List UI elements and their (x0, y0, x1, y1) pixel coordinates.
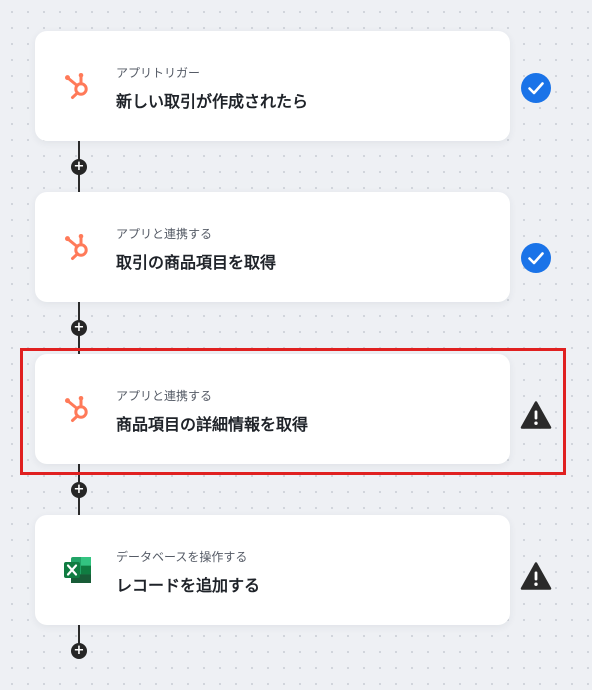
step-title: レコードを追加する (116, 576, 261, 595)
check-circle-icon (521, 243, 551, 273)
step-title: 取引の商品項目を取得 (116, 253, 277, 272)
flow-step-card[interactable]: アプリトリガー 新しい取引が作成されたら (35, 31, 510, 141)
hubspot-icon (65, 73, 88, 99)
add-step-button[interactable]: + (71, 482, 87, 498)
flow-step-card[interactable]: データベースを操作する レコードを追加する (35, 515, 510, 625)
flow-step-card[interactable]: アプリと連携する 取引の商品項目を取得 (35, 192, 510, 302)
step-subtitle: アプリと連携する (116, 227, 213, 241)
warning-icon (520, 562, 552, 590)
step-title: 新しい取引が作成されたら (116, 92, 309, 111)
step-subtitle: アプリトリガー (116, 66, 201, 80)
step-subtitle: データベースを操作する (116, 550, 248, 564)
check-circle-icon (521, 73, 551, 103)
hubspot-icon (65, 234, 88, 260)
excel-icon (64, 557, 91, 583)
add-step-button[interactable]: + (71, 320, 87, 336)
add-step-button[interactable]: + (71, 159, 87, 175)
add-step-button[interactable]: + (71, 643, 87, 659)
highlight-frame (20, 348, 566, 475)
